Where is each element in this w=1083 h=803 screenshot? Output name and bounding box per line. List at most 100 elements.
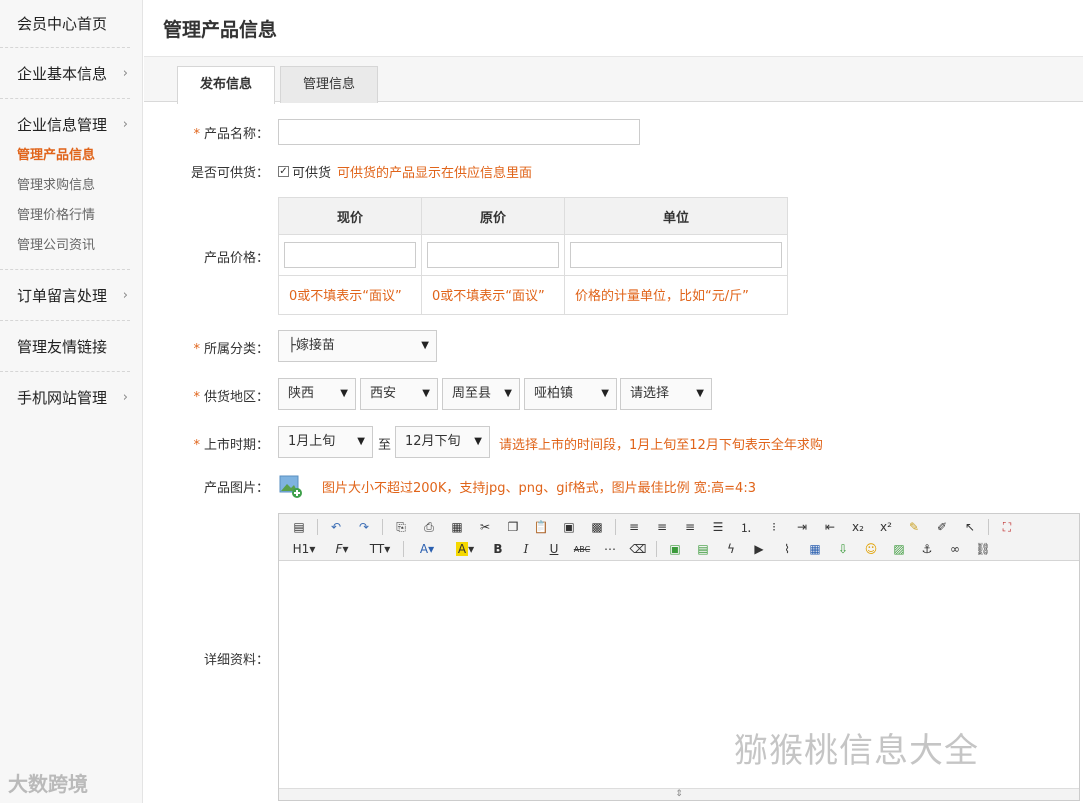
sidebar-subitem-products[interactable]: 管理产品信息: [17, 141, 130, 171]
flash-icon[interactable]: ϟ: [717, 539, 745, 559]
sidebar-subitem-news[interactable]: 管理公司资讯: [17, 231, 130, 261]
region-province-select[interactable]: 陕西 ▼: [278, 378, 356, 410]
sidebar-item-label: 企业基本信息: [17, 64, 108, 83]
region-town-select[interactable]: 哑柏镇 ▼: [524, 378, 617, 410]
category-select[interactable]: ├嫁接苗 ▼: [278, 330, 437, 362]
price-header-original: 原价: [421, 196, 565, 236]
eraser-icon[interactable]: ⌫: [624, 539, 652, 559]
subscript-icon[interactable]: x₂: [844, 517, 872, 537]
unlink-icon[interactable]: ⛓: [969, 539, 997, 559]
market-hint: 请选择上市的时间段，1月上旬至12月下旬表示全年求购: [499, 438, 823, 453]
original-price-input[interactable]: [427, 241, 559, 268]
heading-icon[interactable]: H1 ▾: [285, 539, 323, 559]
attachment-icon[interactable]: ⌇: [773, 539, 801, 559]
sidebar-item-orders[interactable]: 订单留言处理 ›: [0, 270, 130, 320]
toolbar-separator: [988, 519, 989, 535]
market-from-select[interactable]: 1月上旬 ▼: [278, 426, 373, 458]
supply-hint: 可供货的产品显示在供应信息里面: [337, 166, 533, 181]
tab-manage[interactable]: 管理信息: [280, 66, 378, 103]
strikethrough-icon[interactable]: ABC: [568, 539, 596, 559]
sidebar-item-label: 企业信息管理: [17, 115, 108, 134]
price-label: 产品价格：: [203, 251, 269, 266]
ordered-list-icon[interactable]: ⒈: [732, 517, 760, 537]
clear-format-icon[interactable]: ✎: [900, 517, 928, 537]
font-color-icon[interactable]: A ▾: [408, 539, 446, 559]
market-label: * 上市时期：: [193, 438, 269, 453]
sidebar-subitem-purchase[interactable]: 管理求购信息: [17, 171, 130, 201]
source-icon[interactable]: ▤: [285, 517, 313, 537]
product-name-input[interactable]: [278, 119, 640, 145]
media-icon[interactable]: ▶: [745, 539, 773, 559]
highlight-color-icon[interactable]: A ▾: [446, 539, 484, 559]
editor-resize-handle[interactable]: ⇕: [279, 788, 1079, 800]
dropdown-arrow-icon: ▼: [696, 388, 704, 399]
tab-bar: 发布信息 管理信息: [144, 56, 1083, 104]
dropdown-arrow-icon: ▼: [357, 436, 365, 447]
redo-icon[interactable]: ↷: [350, 517, 378, 537]
image-manager-icon[interactable]: ▨: [885, 539, 913, 559]
underline-icon[interactable]: U: [540, 539, 568, 559]
watermark-right: 猕猴桃信息大全: [734, 731, 979, 771]
category-label: * 所属分类：: [193, 342, 269, 357]
anchor-icon[interactable]: ⚓: [913, 539, 941, 559]
price-hint-original: 0或不填表示“面议”: [421, 274, 565, 316]
italic-icon[interactable]: I: [512, 539, 540, 559]
copy-icon[interactable]: ❐: [499, 517, 527, 537]
toolbar-separator: [382, 519, 383, 535]
region-village-select[interactable]: 请选择 ▼: [620, 378, 712, 410]
current-price-input[interactable]: [284, 241, 416, 268]
horizontal-line-icon[interactable]: ⋯: [596, 539, 624, 559]
sidebar-item-mobile[interactable]: 手机网站管理 ›: [0, 372, 130, 422]
market-to-select[interactable]: 12月下旬 ▼: [395, 426, 490, 458]
multi-image-icon[interactable]: ▤: [689, 539, 717, 559]
dropdown-arrow-icon: ▼: [421, 340, 429, 351]
paste-icon[interactable]: 📋: [527, 517, 555, 537]
align-right-icon[interactable]: ≡: [676, 517, 704, 537]
align-left-icon[interactable]: ≡: [620, 517, 648, 537]
chevron-right-icon: ›: [122, 65, 128, 81]
link-icon[interactable]: ∞: [941, 539, 969, 559]
toolbar-row-1: ▤ ↶ ↷ ⎘ ⎙ ▦ ✂ ❐ 📋 ▣ ▩ ≡ ≡ ≡ ☰ ⒈ ⁝ ⇥ ⇤ x₂…: [285, 517, 1073, 537]
insert-image-icon[interactable]: ▣: [661, 539, 689, 559]
price-header-current: 现价: [278, 196, 422, 236]
fullscreen-icon[interactable]: ⛶: [993, 517, 1021, 537]
supply-checkbox[interactable]: ✓: [278, 166, 289, 177]
cut-icon[interactable]: ✂: [471, 517, 499, 537]
insert-row-icon[interactable]: ⇩: [829, 539, 857, 559]
select-all-icon[interactable]: ✐: [928, 517, 956, 537]
region-city-select[interactable]: 西安 ▼: [360, 378, 438, 410]
table-icon[interactable]: ▦: [801, 539, 829, 559]
print-icon[interactable]: ⎙: [415, 517, 443, 537]
paste-text-icon[interactable]: ▣: [555, 517, 583, 537]
tab-publish[interactable]: 发布信息: [177, 66, 275, 104]
sidebar: 会员中心首页 企业基本信息 › 企业信息管理 › 管理产品信息 管理求购信息 管理价…: [0, 0, 143, 803]
sidebar-subitem-prices[interactable]: 管理价格行情: [17, 201, 130, 231]
undo-icon[interactable]: ↶: [322, 517, 350, 537]
bold-icon[interactable]: B: [484, 539, 512, 559]
detail-label: 详细资料：: [203, 653, 269, 668]
font-family-icon[interactable]: F ▾: [323, 539, 361, 559]
font-size-icon[interactable]: TT ▾: [361, 539, 399, 559]
justify-icon[interactable]: ☰: [704, 517, 732, 537]
sidebar-item-basic[interactable]: 企业基本信息 ›: [0, 48, 130, 98]
unit-input[interactable]: [570, 241, 782, 268]
outdent-icon[interactable]: ⇤: [816, 517, 844, 537]
sidebar-item-label: 会员中心首页: [17, 15, 108, 33]
preview-icon[interactable]: ⎘: [387, 517, 415, 537]
cursor-icon[interactable]: ↖: [956, 517, 984, 537]
price-hint-current: 0或不填表示“面议”: [278, 274, 422, 316]
supply-label: 是否可供货：: [190, 166, 269, 181]
unordered-list-icon[interactable]: ⁝: [760, 517, 788, 537]
sidebar-item-home[interactable]: 会员中心首页: [0, 0, 130, 47]
region-county-select[interactable]: 周至县 ▼: [442, 378, 520, 410]
indent-icon[interactable]: ⇥: [788, 517, 816, 537]
align-center-icon[interactable]: ≡: [648, 517, 676, 537]
paste-word-icon[interactable]: ▩: [583, 517, 611, 537]
superscript-icon[interactable]: x²: [872, 517, 900, 537]
toolbar-row-2: H1 ▾ F ▾ TT ▾ A ▾ A ▾ B I U ABC ⋯ ⌫ ▣ ▤ ϟ ▶ ⌇…: [285, 539, 1073, 559]
template-icon[interactable]: ▦: [443, 517, 471, 537]
sidebar-item-links[interactable]: 管理友情链接: [0, 321, 130, 371]
sidebar-group-orders: 订单留言处理 ›: [0, 270, 130, 321]
upload-image-icon[interactable]: [279, 474, 303, 498]
emoticon-icon[interactable]: ☺: [857, 539, 885, 559]
